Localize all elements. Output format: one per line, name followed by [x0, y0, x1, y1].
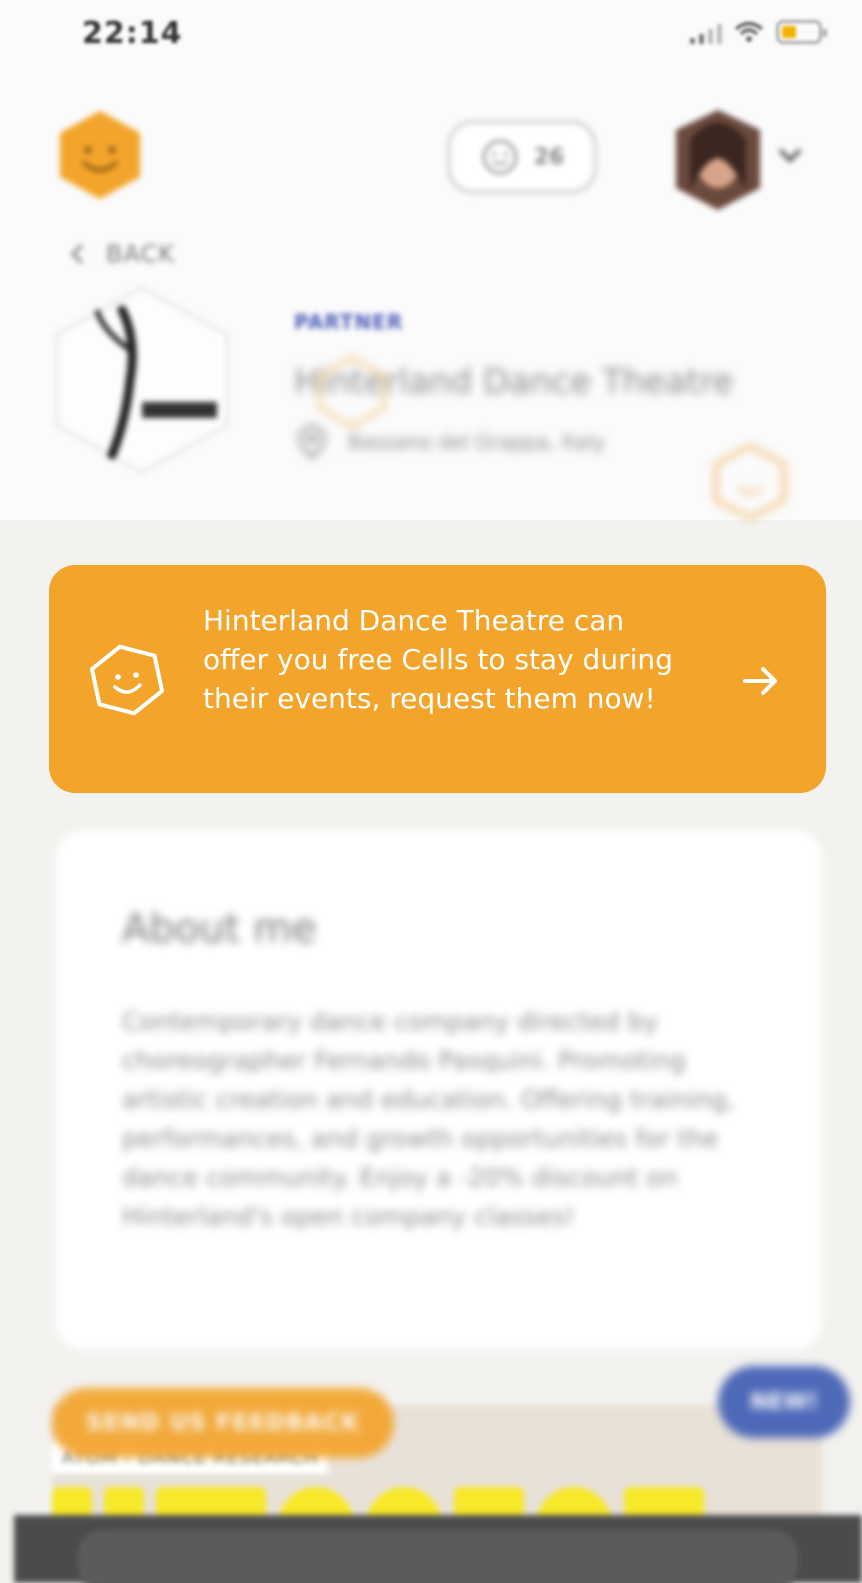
about-card: About me Contemporary dance company dire…	[56, 830, 822, 1350]
credits-pill[interactable]: 26	[447, 120, 597, 194]
status-icons	[690, 20, 827, 44]
credits-count: 26	[533, 144, 565, 170]
status-time: 22:14	[82, 16, 183, 51]
new-badge-button[interactable]: NEW!	[718, 1366, 850, 1438]
partner-location: Bassano del Grappa, Italy	[298, 425, 605, 459]
location-text: Bassano del Grappa, Italy	[348, 430, 605, 454]
location-pin-icon	[298, 425, 326, 459]
smiley-icon	[482, 139, 518, 175]
about-text: Contemporary dance company directed by c…	[122, 1007, 735, 1231]
chevron-down-icon	[778, 148, 802, 163]
url-field[interactable]	[78, 1530, 798, 1583]
free-cells-banner[interactable]: Hinterland Dance Theatre can offer you f…	[49, 565, 826, 793]
app-screen: 22:14 26 BACK PARTNER Hinterland Dance T…	[0, 0, 862, 1583]
hexagon-smiley-icon[interactable]	[50, 105, 150, 205]
user-avatar[interactable]	[660, 100, 810, 220]
wifi-icon	[734, 21, 764, 42]
partner-logo	[55, 286, 229, 474]
partner-label: PARTNER	[294, 310, 404, 334]
arrow-right-icon[interactable]	[737, 657, 785, 705]
back-button[interactable]: BACK	[70, 240, 175, 268]
hexagon-smiley-icon	[89, 644, 165, 716]
hexagon-smiley-decoration-icon	[714, 443, 786, 521]
about-title: About me	[122, 906, 317, 952]
battery-icon	[776, 20, 827, 44]
banner-text: Hinterland Dance Theatre can offer you f…	[203, 604, 673, 715]
send-feedback-button[interactable]: SEND US FEEDBACK	[52, 1388, 394, 1458]
back-label: BACK	[106, 240, 175, 268]
chevron-left-icon	[70, 243, 84, 265]
profile-header-area: 22:14 26 BACK PARTNER Hinterland Dance T…	[0, 0, 862, 521]
hexagon-decoration-icon	[318, 356, 386, 428]
signal-icon	[690, 20, 722, 44]
